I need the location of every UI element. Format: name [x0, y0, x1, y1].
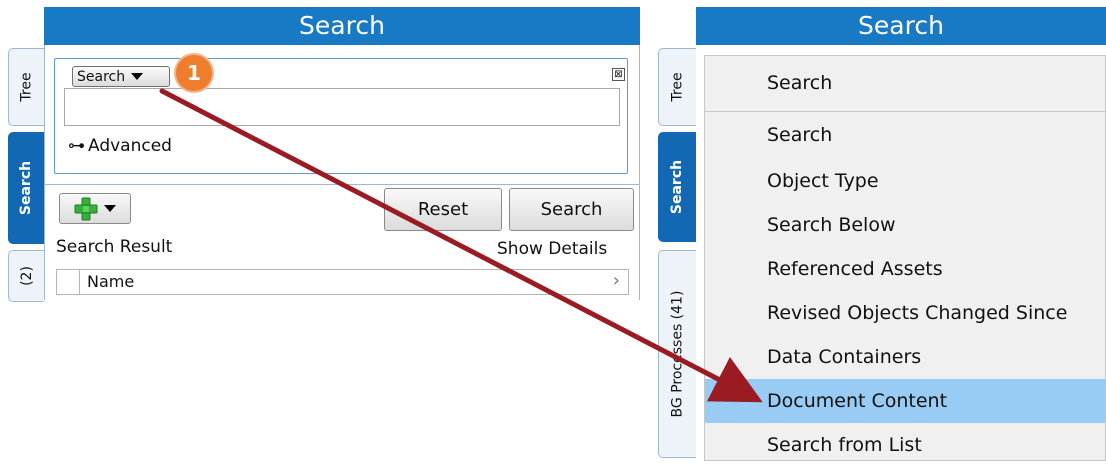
annotation-arrow: [159, 88, 763, 403]
arrow-line: [159, 88, 763, 403]
